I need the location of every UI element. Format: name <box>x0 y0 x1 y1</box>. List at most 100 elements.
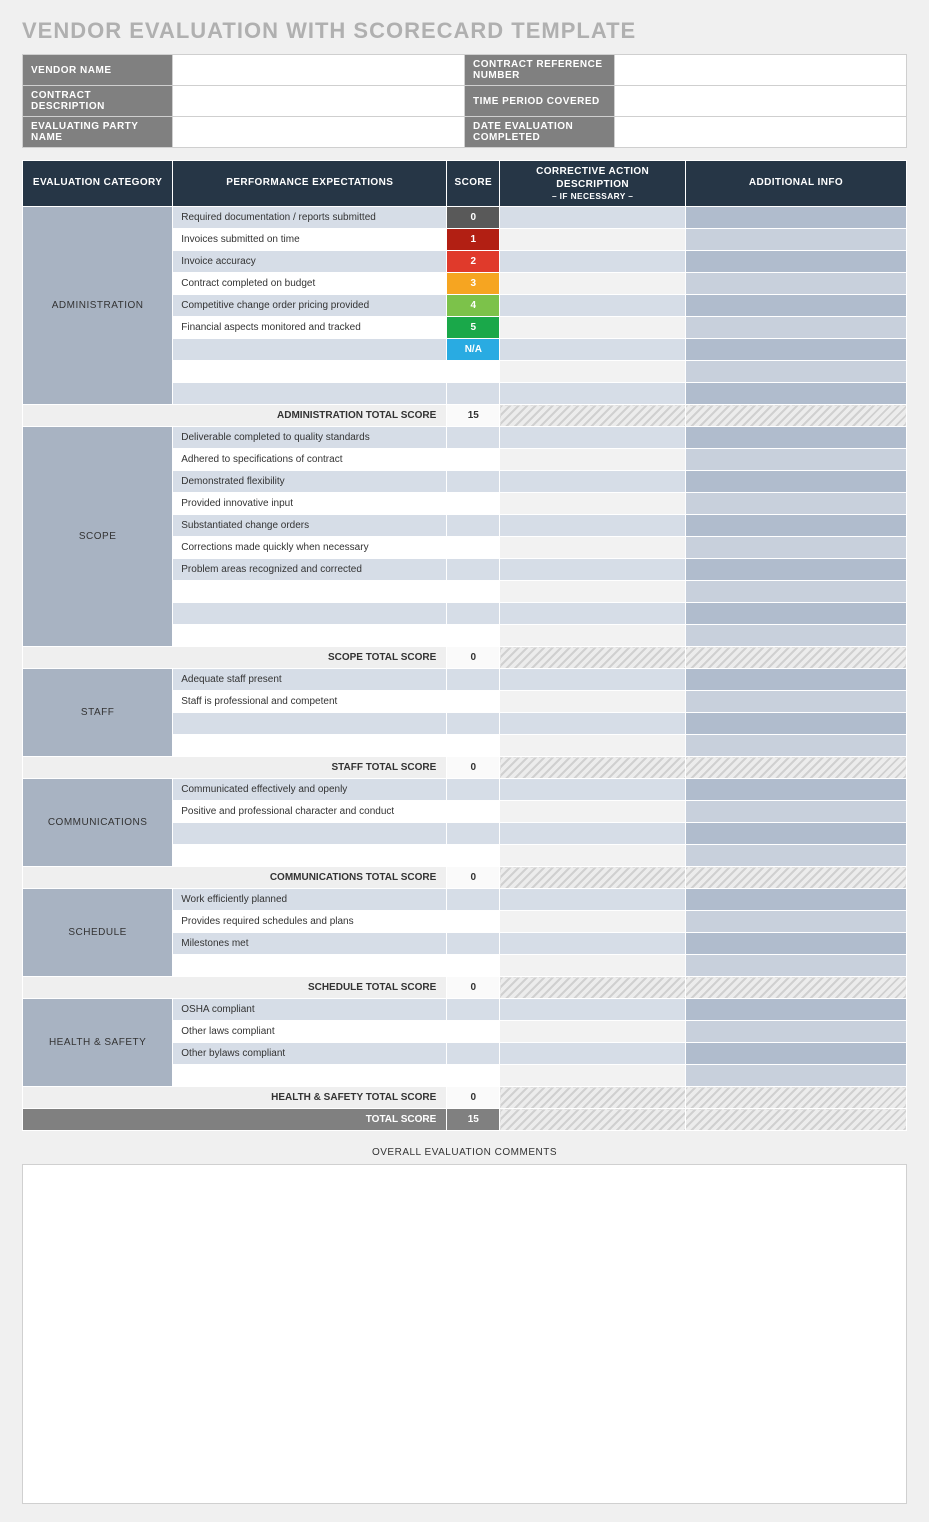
score-cell[interactable] <box>447 1043 500 1065</box>
additional-info-cell[interactable] <box>685 427 906 449</box>
performance-cell[interactable]: Contract completed on budget <box>173 273 447 295</box>
score-cell[interactable]: N/A <box>447 339 500 361</box>
score-cell[interactable] <box>447 361 500 383</box>
score-cell[interactable] <box>447 845 500 867</box>
additional-info-cell[interactable] <box>685 625 906 647</box>
corrective-cell[interactable] <box>500 999 686 1021</box>
performance-cell[interactable]: Provided innovative input <box>173 493 447 515</box>
corrective-cell[interactable] <box>500 361 686 383</box>
score-cell[interactable] <box>447 955 500 977</box>
corrective-cell[interactable] <box>500 955 686 977</box>
additional-info-cell[interactable] <box>685 251 906 273</box>
corrective-cell[interactable] <box>500 559 686 581</box>
additional-info-cell[interactable] <box>685 537 906 559</box>
score-cell[interactable] <box>447 779 500 801</box>
value-contract-ref[interactable] <box>615 55 907 86</box>
corrective-cell[interactable] <box>500 691 686 713</box>
score-cell[interactable] <box>447 691 500 713</box>
additional-info-cell[interactable] <box>685 801 906 823</box>
additional-info-cell[interactable] <box>685 735 906 757</box>
performance-cell[interactable]: Other laws compliant <box>173 1021 447 1043</box>
additional-info-cell[interactable] <box>685 361 906 383</box>
score-cell[interactable] <box>447 493 500 515</box>
score-cell[interactable] <box>447 625 500 647</box>
corrective-cell[interactable] <box>500 889 686 911</box>
performance-cell[interactable] <box>173 603 447 625</box>
corrective-cell[interactable] <box>500 779 686 801</box>
performance-cell[interactable] <box>173 1065 447 1087</box>
corrective-cell[interactable] <box>500 625 686 647</box>
score-cell[interactable] <box>447 603 500 625</box>
score-cell[interactable] <box>447 559 500 581</box>
score-cell[interactable] <box>447 669 500 691</box>
performance-cell[interactable]: Communicated effectively and openly <box>173 779 447 801</box>
additional-info-cell[interactable] <box>685 691 906 713</box>
score-cell[interactable] <box>447 889 500 911</box>
corrective-cell[interactable] <box>500 295 686 317</box>
performance-cell[interactable] <box>173 735 447 757</box>
performance-cell[interactable]: Adequate staff present <box>173 669 447 691</box>
performance-cell[interactable]: Invoices submitted on time <box>173 229 447 251</box>
score-cell[interactable] <box>447 933 500 955</box>
additional-info-cell[interactable] <box>685 955 906 977</box>
corrective-cell[interactable] <box>500 713 686 735</box>
corrective-cell[interactable] <box>500 515 686 537</box>
performance-cell[interactable]: Positive and professional character and … <box>173 801 447 823</box>
corrective-cell[interactable] <box>500 735 686 757</box>
performance-cell[interactable]: Substantiated change orders <box>173 515 447 537</box>
score-cell[interactable] <box>447 515 500 537</box>
score-cell[interactable] <box>447 1021 500 1043</box>
corrective-cell[interactable] <box>500 911 686 933</box>
score-cell[interactable]: 5 <box>447 317 500 339</box>
additional-info-cell[interactable] <box>685 493 906 515</box>
score-cell[interactable] <box>447 581 500 603</box>
performance-cell[interactable]: OSHA compliant <box>173 999 447 1021</box>
score-cell[interactable]: 3 <box>447 273 500 295</box>
additional-info-cell[interactable] <box>685 999 906 1021</box>
corrective-cell[interactable] <box>500 823 686 845</box>
additional-info-cell[interactable] <box>685 713 906 735</box>
performance-cell[interactable] <box>173 625 447 647</box>
score-cell[interactable] <box>447 911 500 933</box>
additional-info-cell[interactable] <box>685 317 906 339</box>
additional-info-cell[interactable] <box>685 1065 906 1087</box>
additional-info-cell[interactable] <box>685 603 906 625</box>
additional-info-cell[interactable] <box>685 911 906 933</box>
additional-info-cell[interactable] <box>685 207 906 229</box>
additional-info-cell[interactable] <box>685 779 906 801</box>
performance-cell[interactable]: Staff is professional and competent <box>173 691 447 713</box>
additional-info-cell[interactable] <box>685 383 906 405</box>
performance-cell[interactable] <box>173 383 447 405</box>
performance-cell[interactable]: Invoice accuracy <box>173 251 447 273</box>
performance-cell[interactable]: Other bylaws compliant <box>173 1043 447 1065</box>
performance-cell[interactable] <box>173 361 447 383</box>
value-vendor-name[interactable] <box>173 55 465 86</box>
additional-info-cell[interactable] <box>685 933 906 955</box>
score-cell[interactable]: 0 <box>447 207 500 229</box>
corrective-cell[interactable] <box>500 537 686 559</box>
performance-cell[interactable] <box>173 955 447 977</box>
performance-cell[interactable] <box>173 581 447 603</box>
performance-cell[interactable]: Work efficiently planned <box>173 889 447 911</box>
additional-info-cell[interactable] <box>685 295 906 317</box>
additional-info-cell[interactable] <box>685 559 906 581</box>
score-cell[interactable] <box>447 537 500 559</box>
performance-cell[interactable]: Required documentation / reports submitt… <box>173 207 447 229</box>
corrective-cell[interactable] <box>500 273 686 295</box>
additional-info-cell[interactable] <box>685 1043 906 1065</box>
score-cell[interactable]: 1 <box>447 229 500 251</box>
score-cell[interactable] <box>447 1065 500 1087</box>
score-cell[interactable] <box>447 713 500 735</box>
corrective-cell[interactable] <box>500 383 686 405</box>
additional-info-cell[interactable] <box>685 845 906 867</box>
score-cell[interactable]: 2 <box>447 251 500 273</box>
score-cell[interactable] <box>447 471 500 493</box>
corrective-cell[interactable] <box>500 1021 686 1043</box>
additional-info-cell[interactable] <box>685 273 906 295</box>
comments-box[interactable] <box>22 1164 907 1504</box>
performance-cell[interactable]: Deliverable completed to quality standar… <box>173 427 447 449</box>
performance-cell[interactable]: Provides required schedules and plans <box>173 911 447 933</box>
corrective-cell[interactable] <box>500 229 686 251</box>
additional-info-cell[interactable] <box>685 581 906 603</box>
score-cell[interactable] <box>447 823 500 845</box>
